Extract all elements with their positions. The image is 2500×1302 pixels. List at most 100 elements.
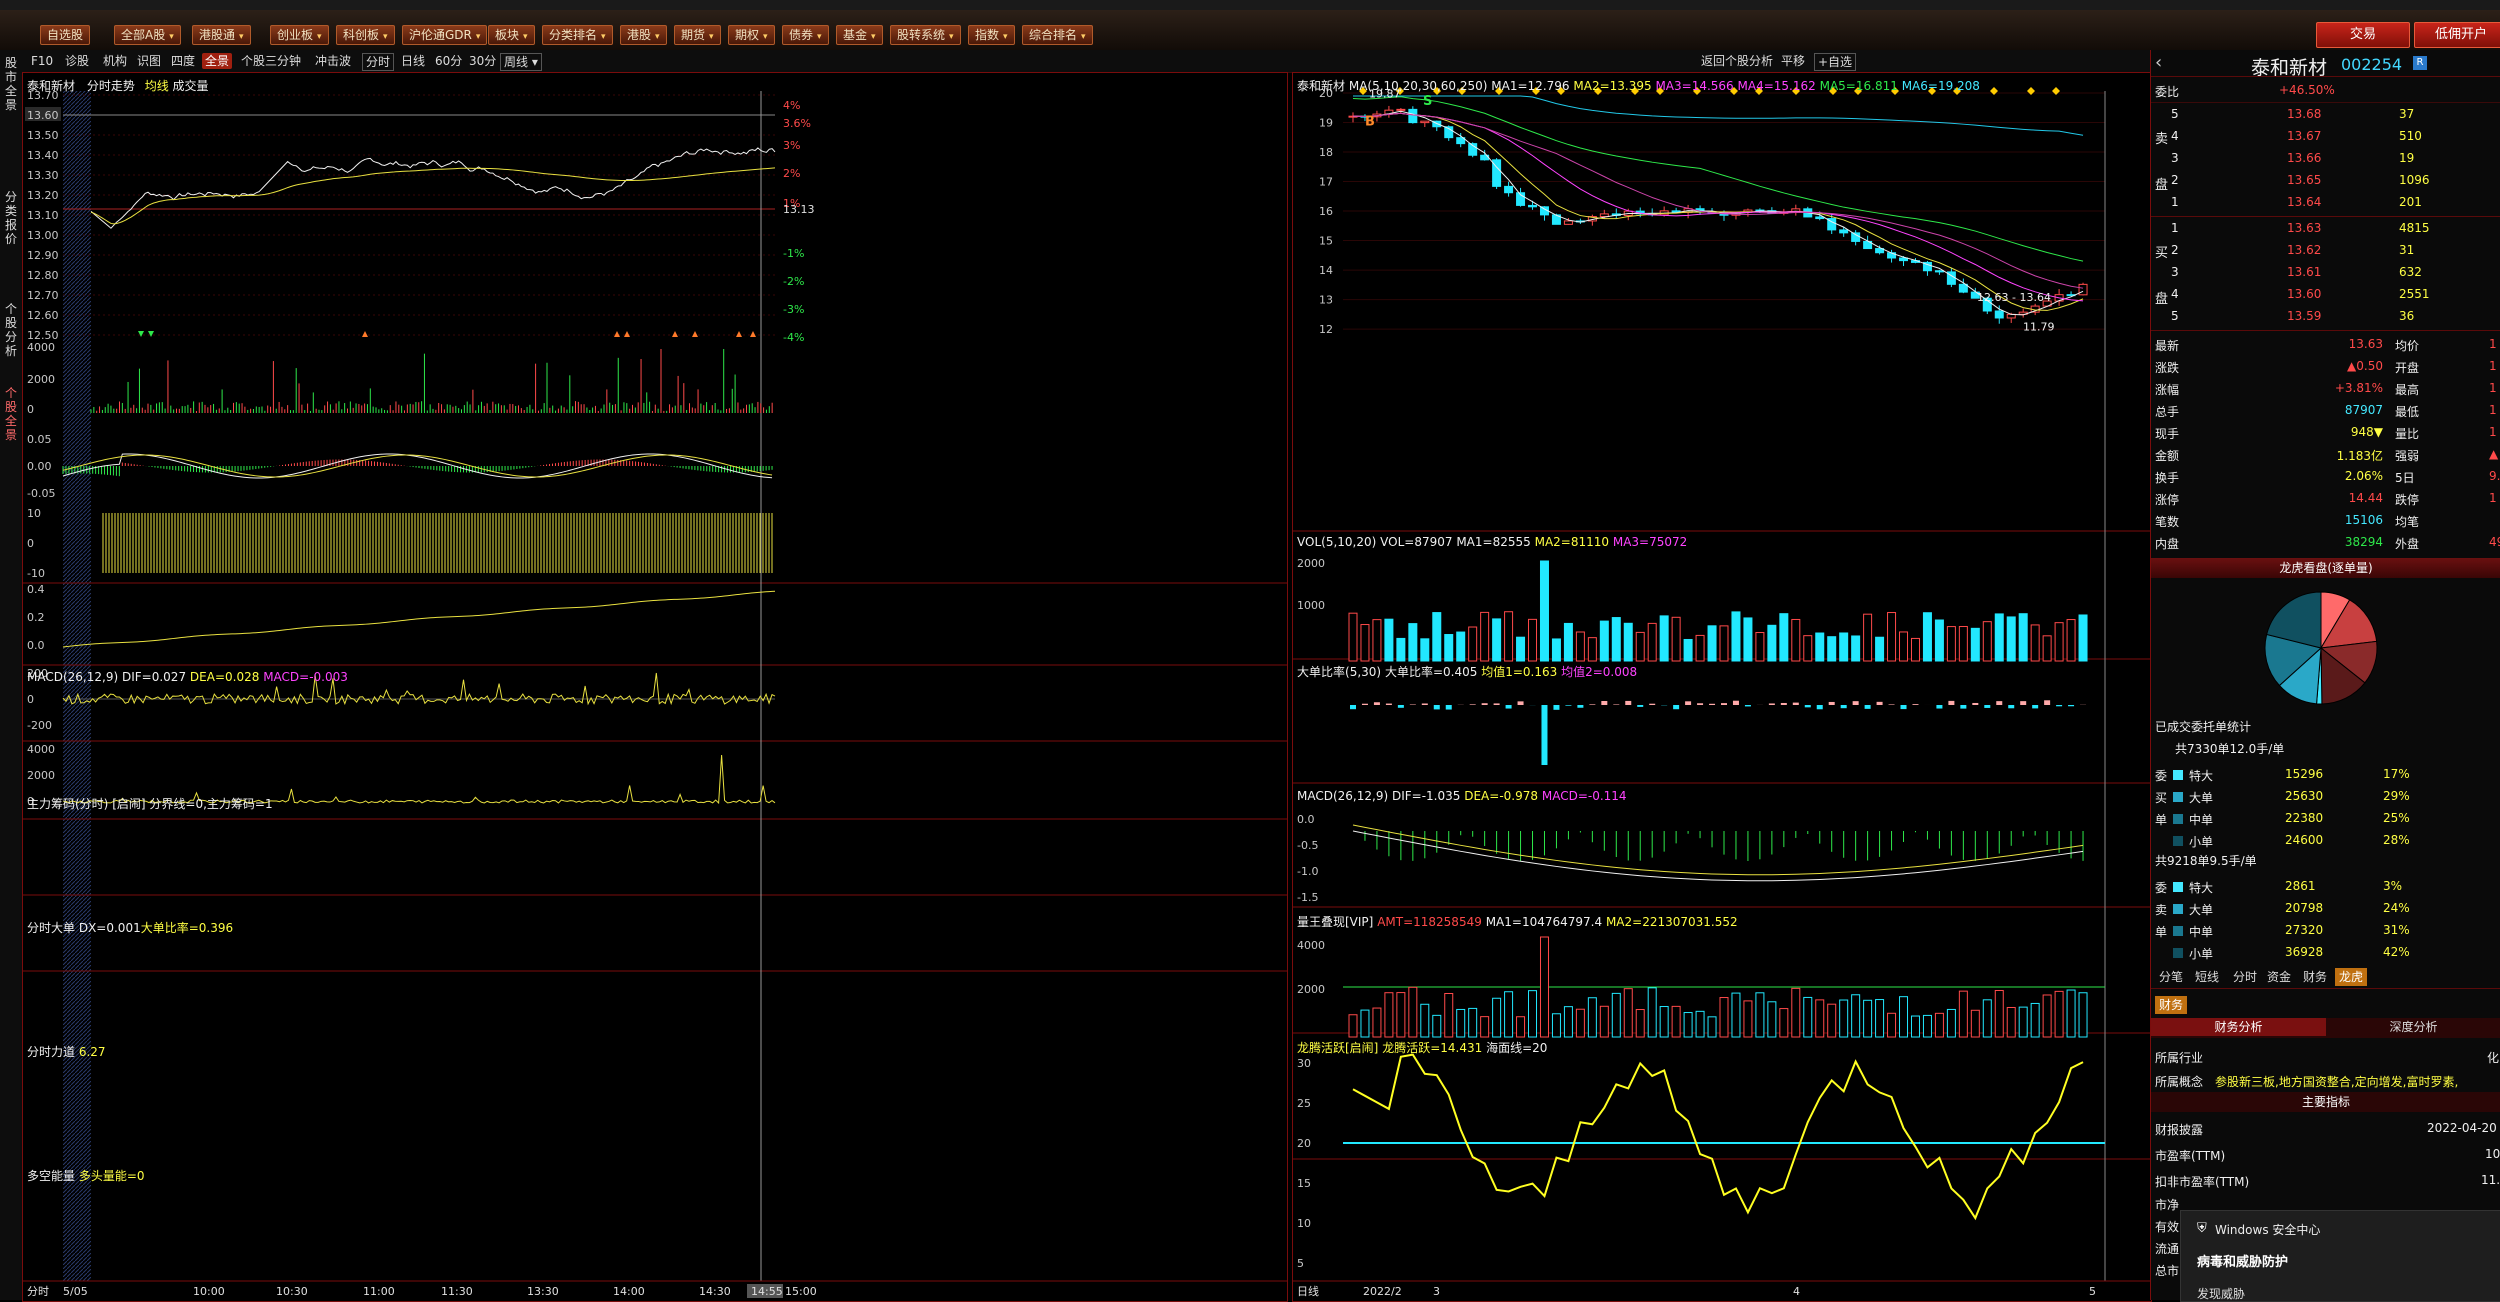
menu-item-1[interactable]: 全部A股▾ — [114, 25, 181, 45]
stat-row: 涨幅+3.81%最高1 — [2151, 378, 2500, 400]
tool-60min[interactable]: 60分 — [432, 53, 465, 69]
tool-pattern[interactable]: 识图 — [134, 53, 164, 69]
deep-analysis-tab[interactable]: 深度分析 — [2326, 1018, 2500, 1036]
ask-row[interactable]: 213.651096 — [2151, 170, 2500, 192]
quote-tab-1[interactable]: 短线 — [2191, 968, 2223, 986]
big-order-tick: 0.2 — [27, 611, 45, 624]
amt-bar — [1696, 1011, 1704, 1037]
time-tick: 14:55 — [751, 1285, 783, 1298]
quote-tab-5[interactable]: 龙虎 — [2335, 968, 2367, 986]
ask-row[interactable]: 513.6837 — [2151, 104, 2500, 126]
vol-tick: 1000 — [1297, 599, 1325, 612]
order-ratio-row: 委比+46.50% — [2151, 80, 2500, 103]
bid-row[interactable]: 113.634815 — [2151, 218, 2500, 240]
kline-chart[interactable]: 20191817161514131219.8711.7912.63 - 13.6… — [1293, 73, 2151, 1301]
kmacd-dif-line — [1353, 831, 2083, 881]
bid-row[interactable]: 413.602551 — [2151, 284, 2500, 306]
volume-bar — [1517, 637, 1525, 661]
volume-bar — [1540, 561, 1548, 661]
volume-bar — [1744, 618, 1752, 661]
amt-bar — [1648, 988, 1656, 1037]
kline-price-tick: 14 — [1319, 264, 1333, 277]
legend-swatch-icon — [2173, 770, 2183, 780]
volume-bar — [1792, 619, 1800, 661]
menu-item-5[interactable]: 沪伦通GDR▾ — [402, 25, 487, 45]
menu-item-3[interactable]: 创业板▾ — [270, 25, 329, 45]
price-tick: 12.80 — [27, 269, 59, 282]
buy-signal-icon: B — [1365, 114, 1375, 129]
big-ratio-bar — [1422, 703, 1428, 705]
open-account-button[interactable]: 低佣开户 — [2414, 22, 2500, 48]
shield-icon: ⛨ — [2197, 1221, 2207, 1236]
macd-tick: -0.05 — [27, 487, 55, 500]
amt-bar — [2067, 990, 2075, 1037]
tool-daily[interactable]: 日线 — [398, 53, 428, 69]
volume-bar — [1457, 632, 1465, 661]
tool-diagnose[interactable]: 诊股 — [62, 53, 92, 69]
quote-tab-2[interactable]: 分时 — [2229, 968, 2261, 986]
amt-bar — [1409, 987, 1417, 1037]
tool-four-degree[interactable]: 四度 — [168, 53, 198, 69]
period-select[interactable]: 周线 ▾ — [500, 53, 542, 71]
tool-three-minute[interactable]: 个股三分钟 — [238, 53, 304, 69]
volume-bar — [1636, 632, 1644, 661]
amt-bar — [1684, 1013, 1692, 1037]
bid-row[interactable]: 213.6231 — [2151, 240, 2500, 262]
back-to-analysis-link[interactable]: 返回个股分析 — [1698, 53, 1776, 69]
legend-swatch-icon — [2173, 948, 2183, 958]
menu-item-9[interactable]: 期货▾ — [674, 25, 721, 45]
vol-tick: 0 — [27, 403, 34, 416]
quote-tab-0[interactable]: 分笔 — [2155, 968, 2187, 986]
amt-bar — [1732, 993, 1740, 1037]
tool-intraday[interactable]: 分时 — [362, 53, 394, 71]
menu-item-13[interactable]: 股转系统▾ — [890, 25, 961, 45]
chevron-down-icon: ▾ — [383, 28, 388, 46]
tool-impact-wave[interactable]: 冲击波 — [312, 53, 354, 69]
menu-item-14[interactable]: 指数▾ — [968, 25, 1015, 45]
tab-category-quote[interactable]: 分类报价 — [2, 190, 20, 246]
volume-bar — [1995, 614, 2003, 661]
tool-30min[interactable]: 30分 — [466, 53, 499, 69]
stat-row: 换手2.06%5日9. — [2151, 466, 2500, 488]
menu-item-12[interactable]: 基金▾ — [836, 25, 883, 45]
intraday-chart[interactable]: 13.7013.6013.5013.4013.3013.2013.1013.00… — [23, 73, 1287, 1301]
big-ratio-bar — [1793, 703, 1799, 705]
menu-item-11[interactable]: 债券▾ — [782, 25, 829, 45]
menu-item-label: 沪伦通GDR — [409, 28, 472, 42]
menu-item-2[interactable]: 港股通▾ — [192, 25, 251, 45]
volume-bar — [2007, 617, 2015, 661]
windows-security-toast[interactable]: ⛨ Windows 安全中心 病毒和威胁防护 发现威胁 — [2180, 1210, 2500, 1302]
kmacd-tick: -1.5 — [1297, 891, 1318, 904]
volume-bar — [1684, 639, 1692, 661]
menu-item-0[interactable]: 自选股 — [40, 25, 90, 45]
amt-tick: 2000 — [1297, 983, 1325, 996]
big-ratio-bar — [1865, 705, 1871, 709]
quote-tab-3[interactable]: 资金 — [2263, 968, 2295, 986]
tool-institution[interactable]: 机构 — [100, 53, 130, 69]
bid-row[interactable]: 513.5936 — [2151, 306, 2500, 328]
menu-item-8[interactable]: 港股▾ — [620, 25, 667, 45]
finance-tab[interactable]: 财务 — [2155, 996, 2187, 1014]
quote-tab-4[interactable]: 财务 — [2299, 968, 2331, 986]
menu-item-15[interactable]: 综合排名▾ — [1022, 25, 1093, 45]
tool-overview[interactable]: 全景 — [202, 53, 232, 69]
menu-item-6[interactable]: 板块▾ — [488, 25, 535, 45]
menu-item-7[interactable]: 分类排名▾ — [542, 25, 613, 45]
price-tick: 12.70 — [27, 289, 59, 302]
ask-row[interactable]: 413.67510 — [2151, 126, 2500, 148]
menu-item-4[interactable]: 科创板▾ — [336, 25, 395, 45]
add-watchlist-button[interactable]: +自选 — [1814, 53, 1856, 71]
bid-row[interactable]: 313.61632 — [2151, 262, 2500, 284]
finance-analysis-tab[interactable]: 财务分析 — [2151, 1018, 2326, 1036]
chevron-left-icon[interactable]: ‹ — [2155, 52, 2162, 73]
tool-f10[interactable]: F10 — [28, 53, 56, 69]
tab-stock-overview[interactable]: 个股全景 — [2, 386, 20, 442]
tab-stock-analysis[interactable]: 个股分析 — [2, 302, 20, 358]
trade-button[interactable]: 交易 — [2316, 22, 2410, 48]
ask-row[interactable]: 113.64201 — [2151, 192, 2500, 214]
tab-market-overview[interactable]: 股市全景 — [2, 56, 20, 112]
amt-bar — [1756, 993, 1764, 1037]
ask-row[interactable]: 313.6619 — [2151, 148, 2500, 170]
menu-item-10[interactable]: 期权▾ — [728, 25, 775, 45]
pan-button[interactable]: 平移 — [1778, 53, 1808, 69]
